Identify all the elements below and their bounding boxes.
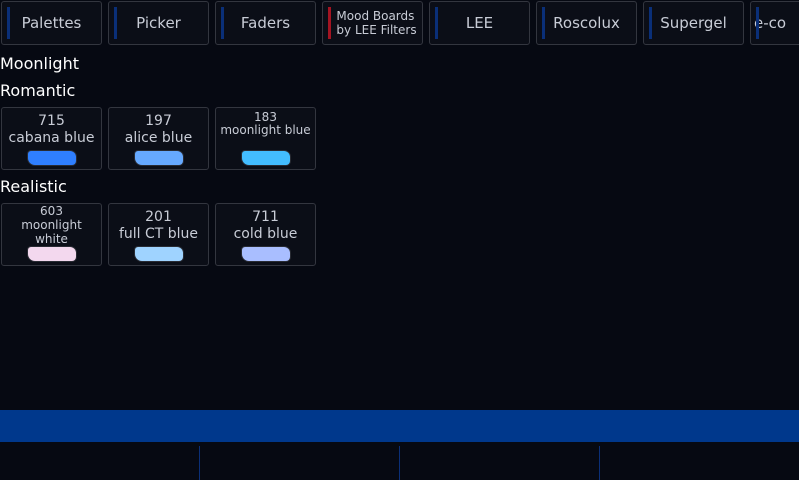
toolbar-divider	[199, 446, 200, 480]
tab-indicator	[756, 7, 759, 39]
swatch-cold-blue[interactable]: 711 cold blue	[215, 203, 316, 266]
color-swatch	[135, 247, 183, 261]
section-title-realistic: Realistic	[0, 177, 67, 196]
status-bar	[0, 410, 799, 442]
swatch-moonlight-white[interactable]: 603 moonlight white	[1, 203, 102, 266]
swatch-number: 711	[252, 209, 279, 225]
tab-palettes[interactable]: Palettes	[1, 1, 102, 45]
tab-indicator	[221, 7, 224, 39]
tab-indicator	[7, 7, 10, 39]
swatch-name: full CT blue	[118, 226, 199, 242]
tab-label: Roscolux	[553, 14, 620, 32]
swatch-name: alice blue	[124, 130, 193, 146]
color-swatch	[242, 247, 290, 261]
tab-label: Supergel	[660, 14, 727, 32]
tab-e-colour[interactable]: e-co	[750, 1, 799, 45]
tab-indicator-active	[328, 7, 331, 39]
tab-label: Palettes	[21, 14, 82, 32]
swatch-moonlight-blue[interactable]: 183 moonlight blue	[215, 107, 316, 170]
color-swatch	[28, 151, 76, 165]
board-title: Moonlight	[0, 54, 79, 73]
swatch-cabana-blue[interactable]: 715 cabana blue	[1, 107, 102, 170]
color-swatch	[135, 151, 183, 165]
tab-label: LEE	[465, 14, 494, 32]
tab-label: Mood Boards by LEE Filters	[336, 9, 417, 37]
color-swatch	[28, 247, 76, 261]
tab-roscolux[interactable]: Roscolux	[536, 1, 637, 45]
swatch-name: cabana blue	[8, 130, 95, 146]
swatch-name: moonlight white	[21, 218, 82, 246]
swatch-alice-blue[interactable]: 197 alice blue	[108, 107, 209, 170]
tab-mood-boards[interactable]: Mood Boards by LEE Filters	[322, 1, 423, 45]
tab-picker[interactable]: Picker	[108, 1, 209, 45]
color-swatch	[242, 151, 290, 165]
swatch-number: 197	[145, 113, 172, 129]
swatch-number: 603	[40, 204, 63, 218]
swatch-name: moonlight blue	[220, 123, 311, 137]
swatch-number: 201	[145, 209, 172, 225]
tab-label: Picker	[136, 14, 181, 32]
tab-indicator	[542, 7, 545, 39]
tab-label: Faders	[240, 14, 291, 32]
swatch-name: cold blue	[233, 226, 298, 242]
swatch-number: 715	[38, 113, 65, 129]
toolbar-divider	[399, 446, 400, 480]
tab-indicator	[435, 7, 438, 39]
tab-lee[interactable]: LEE	[429, 1, 530, 45]
tab-indicator	[649, 7, 652, 39]
tab-faders[interactable]: Faders	[215, 1, 316, 45]
section-title-romantic: Romantic	[0, 81, 76, 100]
swatch-full-ct-blue[interactable]: 201 full CT blue	[108, 203, 209, 266]
tab-indicator	[114, 7, 117, 39]
tab-bar: Palettes Picker Faders Mood Boards by LE…	[0, 0, 799, 48]
toolbar-divider	[599, 446, 600, 480]
tab-supergel[interactable]: Supergel	[643, 1, 744, 45]
